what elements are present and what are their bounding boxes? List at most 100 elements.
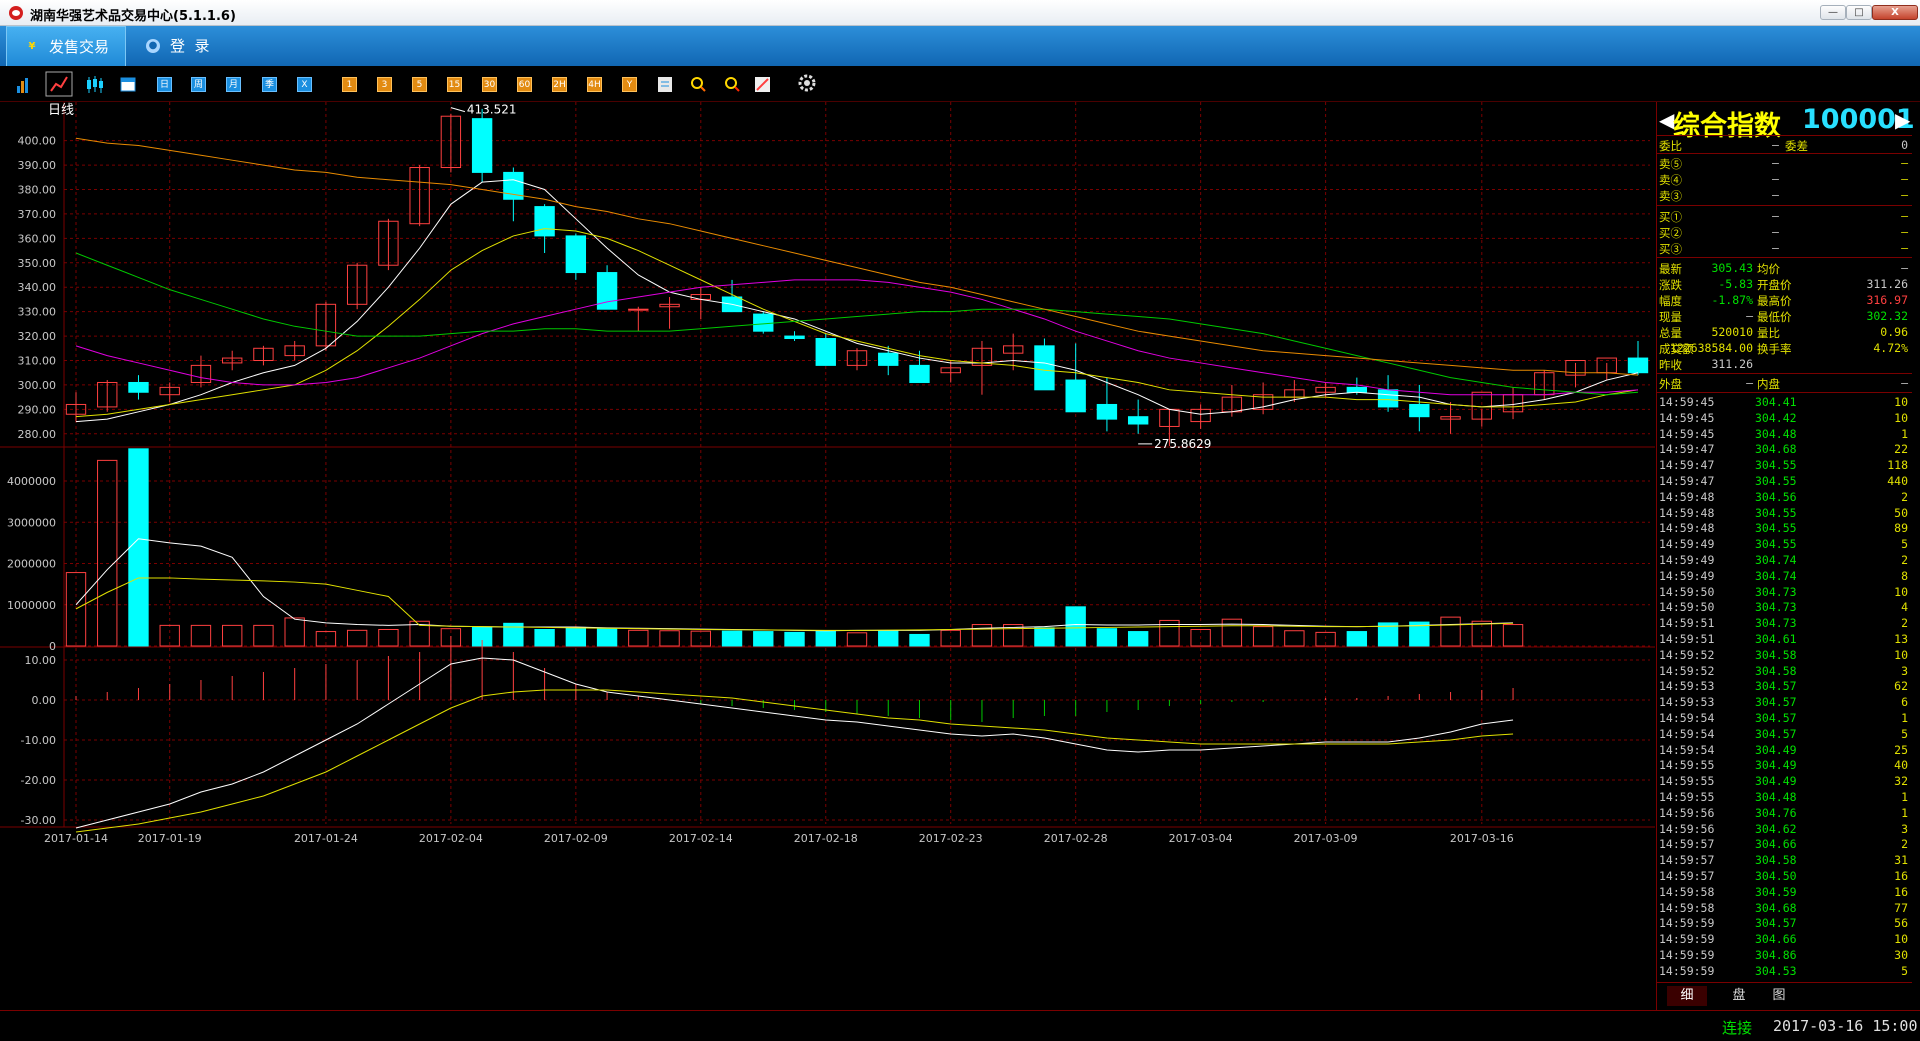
tick-price: 304.57 — [1755, 916, 1797, 931]
bar-chart-icon[interactable] — [17, 78, 28, 93]
period-quarter-button[interactable]: 季 — [262, 77, 277, 92]
candle-body — [628, 308, 649, 311]
label: 昨收 — [1659, 358, 1682, 372]
tick-volume: 50 — [1894, 505, 1908, 520]
candle-body — [753, 313, 774, 332]
candlestick-icon[interactable] — [87, 76, 103, 93]
tick-price: 304.68 — [1755, 442, 1797, 457]
chart-title: 日线 — [48, 103, 74, 118]
tick-list-row: 14:59:57 304.66 2 — [1657, 837, 1912, 853]
draw-line-icon[interactable] — [755, 77, 770, 92]
minute-30-button[interactable]: 30 — [482, 77, 497, 92]
tick-list-row: 14:59:54 304.49 25 — [1657, 743, 1912, 759]
tick-list-row: 14:59:59 304.66 10 — [1657, 932, 1912, 948]
period-month-button[interactable]: 月 — [226, 77, 241, 92]
minute-60-button[interactable]: 60 — [517, 77, 532, 92]
tick-price: 304.55 — [1755, 537, 1797, 552]
kline-chart-svg[interactable]: 日线 400.00 390.00 380.00 370.00 360.00 350.00 34… — [0, 102, 1655, 1010]
tick-price: 304.74 — [1755, 568, 1797, 583]
tick-list-row: 14:59:47 304.55 118 — [1657, 458, 1912, 474]
toolbar: 日 周 月 季 X 1 3 5 15 30 60 2H 4H Y — [0, 66, 1920, 102]
hour-2-button[interactable]: 2H — [552, 77, 567, 92]
toolbar-icons — [17, 71, 816, 97]
tick-volume: 13 — [1894, 632, 1908, 646]
calendar-icon[interactable] — [120, 77, 136, 92]
volume-bar — [628, 629, 649, 647]
hour-4-button[interactable]: 4H — [587, 77, 602, 92]
y-tick-label: 390.00 — [18, 159, 57, 172]
zoom-out-icon[interactable] — [725, 77, 740, 92]
buy-level-row: 买③ — — — [1657, 241, 1912, 257]
volume-bar — [346, 629, 368, 647]
minute-1-button[interactable]: 1 — [342, 77, 357, 92]
ma-line — [75, 137, 1639, 376]
value: 122638584.00 — [1669, 341, 1753, 355]
x-tick-label: 2017-02-23 — [919, 832, 983, 845]
tick-list-row: 14:59:58 304.59 16 — [1657, 885, 1912, 901]
tick-list-row: 14:59:45 304.41 10 — [1657, 395, 1912, 411]
period-week-button[interactable]: 周 — [191, 77, 206, 92]
volume-bar — [846, 632, 868, 647]
gear-icon[interactable] — [798, 74, 816, 92]
label: 最新 — [1659, 262, 1682, 276]
volume-bar — [534, 629, 555, 647]
label: 最高价 — [1757, 294, 1792, 308]
label: 量比 — [1757, 326, 1780, 340]
minimize-button[interactable]: — — [1820, 5, 1846, 20]
sell-trade-tab[interactable]: ¥ 发售交易 — [6, 26, 126, 66]
zoom-in-icon[interactable] — [691, 77, 706, 92]
minute-3-button[interactable]: 3 — [377, 77, 392, 92]
tick-time: 14:59:54 — [1659, 742, 1715, 757]
volume-bar — [1034, 627, 1055, 647]
maximize-button[interactable]: □ — [1846, 5, 1872, 20]
value: 0.96 — [1880, 325, 1908, 339]
year-button[interactable]: Y — [622, 77, 637, 92]
period-x-button[interactable]: X — [297, 77, 312, 92]
label: 买③ — [1659, 242, 1682, 256]
volume-bar — [721, 630, 743, 647]
tick-list-row: 14:59:57 304.58 31 — [1657, 853, 1912, 869]
period-day-button[interactable]: 日 — [157, 77, 172, 92]
tick-list-row: 14:59:45 304.42 10 — [1657, 411, 1912, 427]
chart-area[interactable]: 日线 400.00 390.00 380.00 370.00 360.00 350.00 34… — [0, 102, 1655, 1010]
tab-detail[interactable]: 细 — [1667, 986, 1707, 1006]
login-menu-item[interactable]: ● 登 录 — [140, 26, 250, 66]
candle-body — [471, 118, 493, 173]
volume-bar — [1346, 631, 1368, 647]
next-arrow-icon[interactable]: ▶ — [1895, 108, 1910, 132]
tick-time: 14:59:48 — [1659, 505, 1715, 520]
tick-time: 14:59:52 — [1659, 647, 1715, 662]
edit-icon[interactable] — [658, 77, 672, 92]
value: 0 — [1901, 138, 1908, 152]
sell-level-row: 卖④ — — — [1657, 172, 1912, 188]
tick-volume: 3 — [1901, 663, 1908, 678]
candle-body — [815, 338, 836, 366]
label: 外盘 — [1659, 377, 1682, 391]
volume-bar — [97, 459, 118, 647]
volume-bar — [1252, 626, 1274, 647]
minute-5-button[interactable]: 5 — [412, 77, 427, 92]
x-tick-label: 2017-03-04 — [1169, 832, 1233, 845]
x-tick-label: 2017-02-28 — [1044, 832, 1108, 845]
candle-body — [128, 381, 149, 393]
tab-chart[interactable]: 图 — [1759, 986, 1799, 1006]
y-tick-label: 330.00 — [18, 306, 57, 319]
tick-time: 14:59:52 — [1659, 663, 1715, 678]
tab-pan[interactable]: 盘 — [1719, 986, 1759, 1006]
tick-time: 14:59:56 — [1659, 821, 1715, 836]
minute-15-button[interactable]: 15 — [447, 77, 462, 92]
tick-volume: 5 — [1901, 726, 1908, 741]
y-tick-label: 1000000 — [7, 599, 56, 612]
tick-list-row: 14:59:54 304.57 1 — [1657, 711, 1912, 727]
quote-header: ◀ 综合指数 100001 ▶ — [1657, 102, 1915, 142]
tick-price: 304.57 — [1755, 695, 1797, 710]
app-logo-icon — [9, 6, 23, 20]
label: 开盘价 — [1757, 278, 1792, 292]
volume-bar — [596, 627, 618, 647]
x-tick-label: 2017-01-24 — [294, 832, 358, 845]
volume: — — [1901, 172, 1908, 186]
close-button[interactable]: X — [1872, 5, 1918, 20]
volume-bar — [284, 617, 305, 647]
line-chart-icon[interactable] — [45, 71, 73, 97]
status-datetime: 2017-03-16 15:00 — [1773, 1017, 1918, 1035]
